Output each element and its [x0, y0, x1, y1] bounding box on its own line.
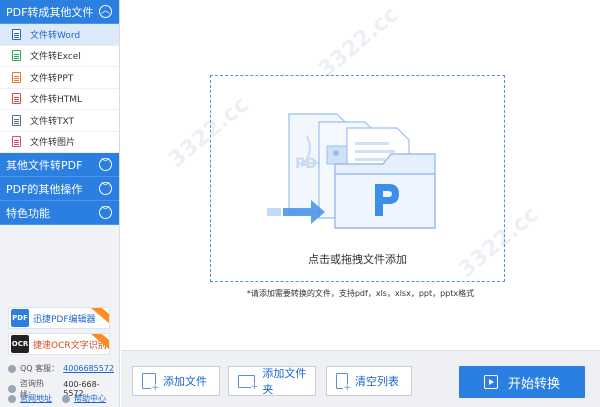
- drop-label: 点击或拖拽文件添加: [308, 253, 407, 266]
- sidebar-item-label: 文件转TXT: [30, 116, 75, 127]
- add-folder-button[interactable]: 添加文件夹: [228, 366, 316, 396]
- add-file-button[interactable]: 添加文件: [132, 366, 220, 396]
- pdf-editor-logo-icon: PDF: [11, 309, 29, 327]
- clear-list-button[interactable]: 清空列表: [326, 366, 412, 396]
- main-area: 3322.cc 3322.cc 3322.cc PDF 点击或拖拽文件添加 *请…: [121, 0, 600, 350]
- submenu: 文件转Word 文件转Excel 文件转PPT 文件转HTML 文件转TXT 文…: [0, 24, 119, 153]
- chevron-down-icon: ﹀: [99, 182, 112, 195]
- category-label: PDF转成其他文件: [6, 5, 94, 19]
- promo-label: 捷速OCR文字识别: [33, 340, 107, 351]
- category-label: 特色功能: [6, 206, 50, 220]
- clear-list-label: 清空列表: [355, 375, 399, 388]
- sidebar-item-to-ppt[interactable]: 文件转PPT: [0, 67, 119, 89]
- promo-label: 迅捷PDF编辑器: [33, 314, 96, 325]
- html-file-icon: [12, 93, 21, 105]
- image-file-icon: [12, 136, 21, 148]
- bottom-toolbar: 添加文件 添加文件夹 清空列表 开始转换: [121, 350, 600, 407]
- promo-ocr[interactable]: OCR 捷速OCR文字识别: [8, 333, 110, 355]
- supported-formats-hint: *请添加需要转换的文件，支持pdf，xls，xlsx，ppt，pptx格式: [246, 289, 475, 298]
- contact-qq: QQ 客服： 4006685572: [8, 363, 114, 374]
- file-drop-zone[interactable]: PDF 点击或拖拽文件添加: [210, 75, 505, 282]
- sidebar-item-label: 文件转HTML: [30, 95, 83, 106]
- qq-value-link[interactable]: 4006685572: [63, 364, 114, 373]
- sidebar-item-to-image[interactable]: 文件转图片: [0, 132, 119, 153]
- chevron-down-icon: ﹀: [99, 206, 112, 219]
- add-file-label: 添加文件: [163, 375, 207, 388]
- chevron-down-icon: ﹀: [99, 158, 112, 171]
- pdf-folder-illustration-icon: PDF: [267, 113, 436, 229]
- help-center-link[interactable]: 帮助中心: [74, 393, 106, 404]
- txt-file-icon: [12, 114, 21, 126]
- word-file-icon: [12, 28, 21, 40]
- ppt-file-icon: [12, 71, 21, 83]
- watermark: 3322.cc: [314, 2, 404, 83]
- promo-pdf-editor[interactable]: PDF 迅捷PDF编辑器: [8, 307, 110, 329]
- category-other-to-pdf[interactable]: 其他文件转PDF ﹀: [0, 153, 119, 177]
- play-icon: [483, 375, 498, 389]
- start-convert-label: 开始转换: [507, 376, 560, 392]
- qq-icon: [8, 364, 16, 373]
- help-icon: [62, 394, 70, 403]
- sidebar-item-label: 文件转Excel: [30, 52, 81, 63]
- sidebar-item-to-word[interactable]: 文件转Word: [0, 24, 119, 46]
- sidebar-item-to-excel[interactable]: 文件转Excel: [0, 46, 119, 67]
- start-convert-button[interactable]: 开始转换: [459, 366, 585, 398]
- sidebar-item-to-txt[interactable]: 文件转TXT: [0, 110, 119, 132]
- category-pdf-other-ops[interactable]: PDF的其他操作 ﹀: [0, 177, 119, 201]
- qq-label: QQ 客服：: [20, 364, 60, 373]
- category-label: 其他文件转PDF: [6, 158, 83, 172]
- sidebar-item-label: 文件转PPT: [30, 73, 74, 84]
- category-special-features[interactable]: 特色功能 ﹀: [0, 201, 119, 225]
- chevron-up-icon: ︿: [99, 5, 112, 18]
- add-folder-label: 添加文件夹: [262, 367, 307, 396]
- phone-icon: [8, 385, 16, 393]
- sidebar: PDF转成其他文件 ︿ 文件转Word 文件转Excel 文件转PPT 文件转H…: [0, 0, 120, 407]
- home-icon: [8, 394, 16, 403]
- category-label: PDF的其他操作: [6, 182, 83, 196]
- category-pdf-to-other[interactable]: PDF转成其他文件 ︿: [0, 0, 119, 24]
- sidebar-item-label: 文件转图片: [30, 138, 76, 149]
- sidebar-item-label: 文件转Word: [30, 30, 81, 41]
- add-folder-icon: [238, 374, 259, 392]
- trash-icon: [336, 373, 351, 393]
- add-file-icon: [142, 373, 159, 393]
- contact-links: 官网地址 帮助中心: [8, 393, 116, 404]
- website-link[interactable]: 官网地址: [20, 393, 52, 404]
- sidebar-item-to-html[interactable]: 文件转HTML: [0, 89, 119, 110]
- ocr-logo-icon: OCR: [11, 335, 29, 353]
- excel-file-icon: [12, 50, 21, 62]
